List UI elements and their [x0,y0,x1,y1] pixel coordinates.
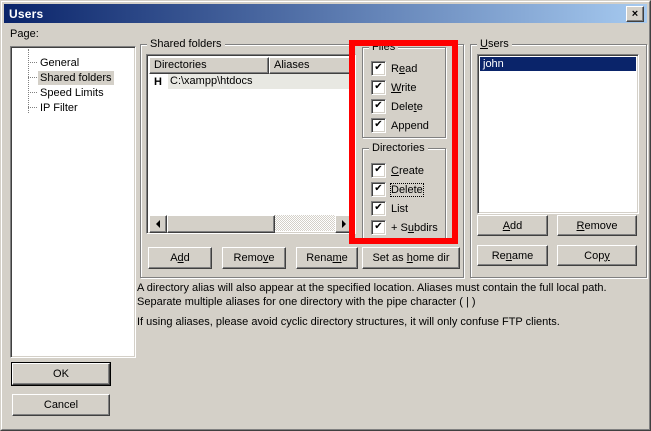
append-checkbox[interactable] [371,118,386,133]
horizontal-scrollbar[interactable] [149,215,353,231]
sidebar-item-general[interactable]: General [13,55,133,70]
users-rename-button[interactable]: Rename [477,245,548,266]
checkbox-row-read[interactable]: Read [371,61,417,76]
tree-stub [28,107,37,108]
file-delete-checkbox[interactable] [371,99,386,114]
column-header-aliases[interactable]: Aliases [269,57,353,74]
sidebar-item-speed-limits[interactable]: Speed Limits [13,85,133,100]
sidebar-item-label: Speed Limits [38,86,106,100]
title-bar[interactable]: Users × [4,4,647,23]
read-checkbox[interactable] [371,61,386,76]
page-tree-inner: General Shared folders Speed Limits IP F… [13,49,133,355]
subdirs-label[interactable]: + Subdirs [391,222,438,234]
checkbox-row-write[interactable]: Write [371,80,416,95]
files-group-title: Files [369,41,398,53]
alias-help-paragraph: A directory alias will also appear at th… [137,281,639,309]
list-label[interactable]: List [391,203,408,215]
write-checkbox[interactable] [371,80,386,95]
create-checkbox[interactable] [371,163,386,178]
users-add-button[interactable]: Add [477,215,548,236]
scroll-right-button[interactable] [335,215,353,233]
directory-row[interactable]: H C:\xampp\htdocs [149,74,353,89]
listview-header: Directories Aliases [149,57,353,74]
arrow-left-icon [152,220,160,228]
directories-group: Directories Create Delete List + Subdirs [362,148,446,240]
checkbox-row-subdirs[interactable]: + Subdirs [371,220,438,235]
scrollbar-thumb[interactable] [167,215,275,233]
close-icon: × [632,9,638,20]
page-tree[interactable]: General Shared folders Speed Limits IP F… [10,46,136,358]
subdirs-checkbox[interactable] [371,220,386,235]
create-label[interactable]: Create [391,165,424,177]
shared-folders-group-title: Shared folders [147,38,225,50]
user-row-john[interactable]: john [480,57,636,71]
tree-stub [28,62,37,63]
directory-path: C:\xampp\htdocs [168,74,353,89]
file-delete-label[interactable]: Delete [391,101,423,113]
sidebar-item-ip-filter[interactable]: IP Filter [13,100,133,115]
scrollbar-track[interactable] [275,215,335,231]
directories-listview[interactable]: Directories Aliases H C:\xampp\htdocs [146,54,356,234]
folders-add-button[interactable]: Add [148,247,212,269]
users-listbox[interactable]: john [477,54,639,214]
append-label[interactable]: Append [391,120,429,132]
set-as-home-dir-button[interactable]: Set as home dir [362,247,460,269]
sidebar-item-label: IP Filter [38,101,80,115]
checkbox-row-list[interactable]: List [371,201,408,216]
checkbox-row-create[interactable]: Create [371,163,424,178]
read-label[interactable]: Read [391,63,417,75]
close-button[interactable]: × [626,6,644,22]
files-group: Files Read Write Delete Append [362,47,446,138]
checkbox-row-dir-delete[interactable]: Delete [371,182,423,197]
dir-delete-checkbox[interactable] [371,182,386,197]
ok-button[interactable]: OK [12,363,110,385]
cancel-button[interactable]: Cancel [12,394,110,416]
cyclic-warning-paragraph: If using aliases, please avoid cyclic di… [137,315,639,329]
page-label: Page: [10,28,39,40]
sidebar-item-label: Shared folders [38,71,114,85]
home-marker: H [149,76,168,88]
sidebar-item-label: General [38,56,81,70]
checkbox-row-append[interactable]: Append [371,118,429,133]
column-header-directories[interactable]: Directories [149,57,269,74]
folders-rename-button[interactable]: Rename [296,247,358,269]
list-checkbox[interactable] [371,201,386,216]
folders-remove-button[interactable]: Remove [222,247,286,269]
users-dialog: Users × Page: General Shared folders Spe… [0,0,651,431]
scroll-left-button[interactable] [149,215,167,233]
description-text: A directory alias will also appear at th… [137,281,639,335]
directories-group-title: Directories [369,142,428,154]
users-remove-button[interactable]: Remove [557,215,637,236]
write-label[interactable]: Write [391,82,416,94]
users-group-title: Users [477,38,512,50]
arrow-right-icon [342,220,350,228]
tree-stub [28,92,37,93]
tree-stub [28,77,37,78]
dir-delete-label[interactable]: Delete [391,184,423,196]
sidebar-item-shared-folders[interactable]: Shared folders [13,70,133,85]
users-copy-button[interactable]: Copy [557,245,637,266]
checkbox-row-file-delete[interactable]: Delete [371,99,423,114]
window-title: Users [4,7,43,21]
